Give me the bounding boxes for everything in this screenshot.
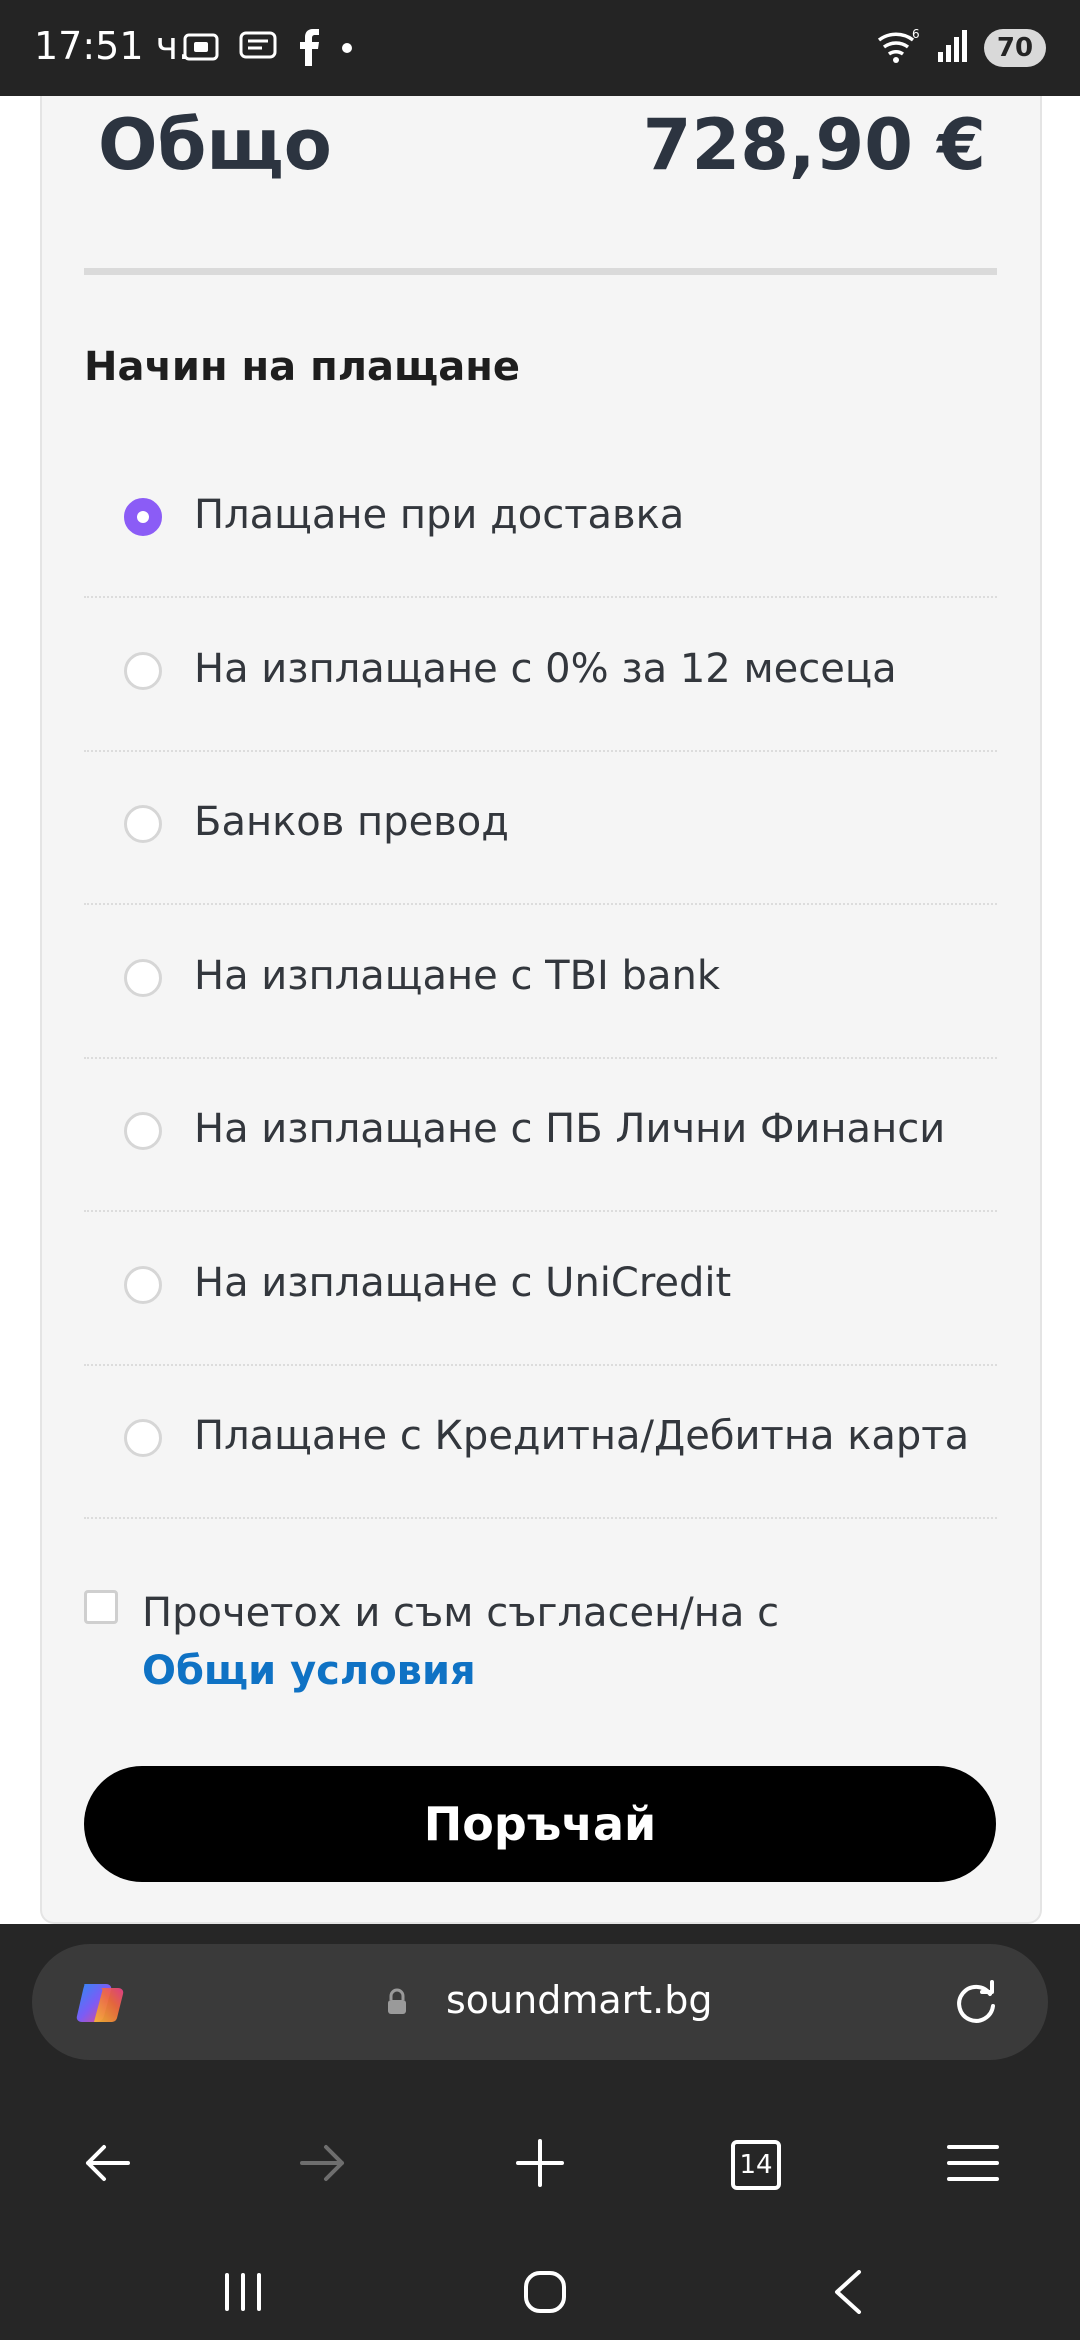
back-button[interactable] (62, 2120, 152, 2210)
browser-nav-row: 14 (0, 2120, 1080, 2210)
recent-apps-button[interactable] (198, 2254, 288, 2334)
home-icon (523, 2270, 567, 2318)
plus-icon (516, 2139, 564, 2191)
payment-option[interactable]: На изплащане с UniCredit (84, 1212, 997, 1366)
terms-link[interactable]: Общи условия (142, 1648, 476, 1694)
payment-option[interactable]: На изплащане с 0% за 12 месеца (84, 598, 997, 752)
order-button[interactable]: Поръчай (84, 1766, 996, 1882)
address-bar[interactable]: soundmart.bg (32, 1944, 1048, 2060)
menu-button[interactable] (928, 2120, 1018, 2210)
payment-option-label: На изплащане с 0% за 12 месеца (194, 645, 897, 692)
terms-text: Прочетох и съм съгласен/на с Общи услови… (142, 1584, 902, 1700)
payment-option[interactable]: Плащане с Кредитна/Дебитна карта (84, 1365, 997, 1519)
reload-icon[interactable] (950, 1976, 1002, 2032)
wifi-icon: 6 (876, 26, 922, 70)
radio-button[interactable] (124, 805, 162, 843)
message-icon (238, 30, 278, 68)
radio-button[interactable] (124, 1419, 162, 1457)
signal-icon (936, 28, 970, 68)
system-back-button[interactable] (803, 2254, 893, 2334)
total-label: Общо (98, 104, 332, 186)
divider (84, 268, 997, 275)
payment-option[interactable]: Банков превод (84, 751, 997, 905)
status-time: 17:51 ч. (34, 24, 191, 68)
facebook-icon (296, 28, 322, 70)
svg-text:6: 6 (912, 27, 920, 41)
total-value: 728,90 € (642, 104, 986, 186)
payment-option-label: На изплащане с ПБ Лични Финанси (194, 1106, 946, 1152)
screenshot-icon (182, 30, 220, 68)
terms-label: Прочетох и съм съгласен/на с (142, 1590, 780, 1636)
tabs-count: 14 (731, 2140, 781, 2190)
payment-method-title: Начин на плащане (84, 344, 520, 390)
payment-option[interactable]: Плащане при доставка (84, 444, 997, 598)
radio-button[interactable] (124, 1112, 162, 1150)
url-text: soundmart.bg (446, 1978, 713, 2022)
system-nav-bar (0, 2254, 1080, 2334)
hamburger-icon (947, 2143, 999, 2187)
lock-icon (386, 1988, 408, 2020)
status-system-icons: 6 70 (876, 26, 1046, 70)
battery-indicator: 70 (984, 29, 1046, 67)
payment-option-label: Плащане с Кредитна/Дебитна карта (194, 1413, 970, 1459)
payment-option-label: На изплащане с TBI bank (194, 952, 720, 999)
dot-icon (340, 40, 354, 59)
payment-option[interactable]: На изплащане с ПБ Лични Финанси (84, 1058, 997, 1212)
forward-button[interactable] (278, 2120, 368, 2210)
copilot-icon[interactable] (74, 1978, 132, 2026)
browser-toolbar: soundmart.bg 14 (0, 1924, 1080, 2340)
status-notification-icons (182, 28, 354, 70)
payment-option-label: Плащане при доставка (194, 492, 685, 538)
new-tab-button[interactable] (495, 2120, 585, 2210)
radio-button[interactable] (124, 498, 162, 536)
payment-option-label: На изплащане с UniCredit (194, 1259, 732, 1306)
recent-apps-icon (221, 2273, 265, 2315)
arrow-left-icon (84, 2143, 130, 2187)
terms-checkbox[interactable] (84, 1590, 118, 1624)
radio-button[interactable] (124, 958, 162, 997)
chevron-left-icon (833, 2270, 863, 2318)
status-bar: 17:51 ч. 6 70 (0, 0, 1080, 96)
arrow-right-icon (300, 2143, 346, 2187)
home-button[interactable] (500, 2254, 590, 2334)
payment-option-label: Банков превод (194, 799, 509, 845)
radio-button[interactable] (124, 651, 162, 690)
radio-button[interactable] (124, 1265, 162, 1304)
tabs-button[interactable]: 14 (711, 2120, 801, 2210)
payment-option[interactable]: На изплащане с TBI bank (84, 905, 997, 1059)
